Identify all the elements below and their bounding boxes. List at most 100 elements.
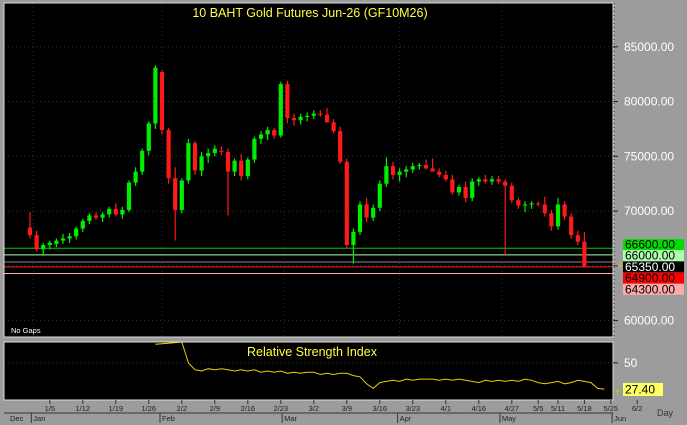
candle-body <box>298 116 303 121</box>
candle-body <box>522 204 528 206</box>
candle-body <box>536 203 541 205</box>
candle-body <box>258 134 264 139</box>
candle <box>153 65 158 129</box>
candle <box>357 201 363 236</box>
day-tick-label: 1/19 <box>108 404 123 413</box>
rsi-title: Relative Strength Index <box>247 345 378 359</box>
candle-body <box>140 150 145 172</box>
chart-window: 10 BAHT Gold Futures Jun-26 (GF10M26) No… <box>0 0 687 425</box>
candle <box>377 180 382 212</box>
candle-body <box>542 204 547 214</box>
candle-body <box>100 214 105 218</box>
candle-body <box>93 215 99 218</box>
candle-body <box>225 151 231 172</box>
candle-body <box>417 165 422 167</box>
candle-body <box>166 130 171 179</box>
day-tick-label: 3/2 <box>309 404 319 413</box>
candle <box>186 138 191 184</box>
candle-body <box>252 138 257 160</box>
month-label: Mar <box>284 414 297 423</box>
day-tick-label: 2/2 <box>177 404 187 413</box>
candle-body <box>575 235 580 242</box>
candle-body <box>186 143 191 181</box>
candle-body <box>443 174 448 180</box>
candle-body <box>456 186 462 193</box>
candle-body <box>41 245 46 250</box>
day-tick-label: 5/11 <box>551 404 565 413</box>
day-tick-label: 2/16 <box>240 404 255 413</box>
candle-body <box>311 113 316 116</box>
candle <box>126 180 132 213</box>
day-tick-label: 1/5 <box>45 404 55 413</box>
candle-body <box>27 227 33 236</box>
candle-body <box>423 165 429 169</box>
day-tick-label: 1/12 <box>75 404 90 413</box>
candle-body <box>133 171 138 183</box>
candle-body <box>404 169 409 172</box>
candle-body <box>430 168 435 172</box>
candle-body <box>549 213 554 227</box>
candle <box>245 157 250 180</box>
day-tick-label: 1/26 <box>141 404 156 413</box>
price-tick-label: 70000.00 <box>624 204 674 218</box>
candle <box>278 81 283 138</box>
candle-body <box>146 123 151 151</box>
candle-body <box>483 179 488 182</box>
last-price-marker: + <box>617 260 623 272</box>
candle-body <box>159 71 165 131</box>
candle <box>285 80 290 124</box>
month-label: Jun <box>614 414 626 423</box>
candle-body <box>67 236 72 239</box>
candle-body <box>489 179 495 182</box>
candle-body <box>219 150 224 152</box>
day-tick-label: 4/27 <box>504 404 519 413</box>
chart-title: 10 BAHT Gold Futures Jun-26 (GF10M26) <box>192 6 427 20</box>
candle-body <box>371 207 376 218</box>
candle-body <box>199 156 204 171</box>
day-tick-label: 4/1 <box>441 404 451 413</box>
candle-body <box>338 131 343 162</box>
candle-body <box>107 208 112 215</box>
day-tick-label: 4/16 <box>471 404 486 413</box>
candle-body <box>126 182 132 210</box>
candle-body <box>516 200 521 206</box>
price-tick-label: 60000.00 <box>624 314 674 328</box>
candle-body <box>509 185 514 201</box>
candle <box>338 126 343 164</box>
month-label: May <box>502 414 516 423</box>
candle-body <box>212 148 217 154</box>
candle-body <box>384 166 389 184</box>
candle <box>159 69 165 135</box>
candle-body <box>47 242 52 246</box>
candle <box>179 178 184 214</box>
candle-body <box>265 130 270 135</box>
day-tick-label: 3/23 <box>405 404 420 413</box>
candle-body <box>305 115 310 117</box>
candle-body <box>291 117 297 121</box>
candle-body <box>470 181 475 198</box>
candle-body <box>285 84 290 118</box>
price-tick-label: 80000.00 <box>624 95 674 109</box>
candle-body <box>232 160 237 172</box>
rsi-last-marker: + <box>614 386 620 398</box>
month-label: Apr <box>400 414 412 423</box>
candle <box>470 178 475 202</box>
gold-futures-chart: 10 BAHT Gold Futures Jun-26 (GF10M26) No… <box>0 0 687 425</box>
candle-body <box>476 179 481 182</box>
candle <box>192 140 198 175</box>
candle-body <box>555 204 561 227</box>
candle-body <box>503 181 508 186</box>
candle-body <box>206 153 211 157</box>
candle-body <box>562 204 567 217</box>
x-axis-unit-label: Day <box>657 408 674 418</box>
day-tick-label: 3/9 <box>342 404 352 413</box>
candle-body <box>34 235 39 250</box>
candle-body <box>278 84 283 136</box>
candle-body <box>173 178 178 210</box>
candle-body <box>496 179 501 182</box>
candle-body <box>192 143 198 171</box>
price-tick-label: 75000.00 <box>624 149 674 163</box>
candle-body <box>87 215 92 221</box>
no-gaps-note: No Gaps <box>11 326 41 335</box>
candle-body <box>410 166 415 170</box>
